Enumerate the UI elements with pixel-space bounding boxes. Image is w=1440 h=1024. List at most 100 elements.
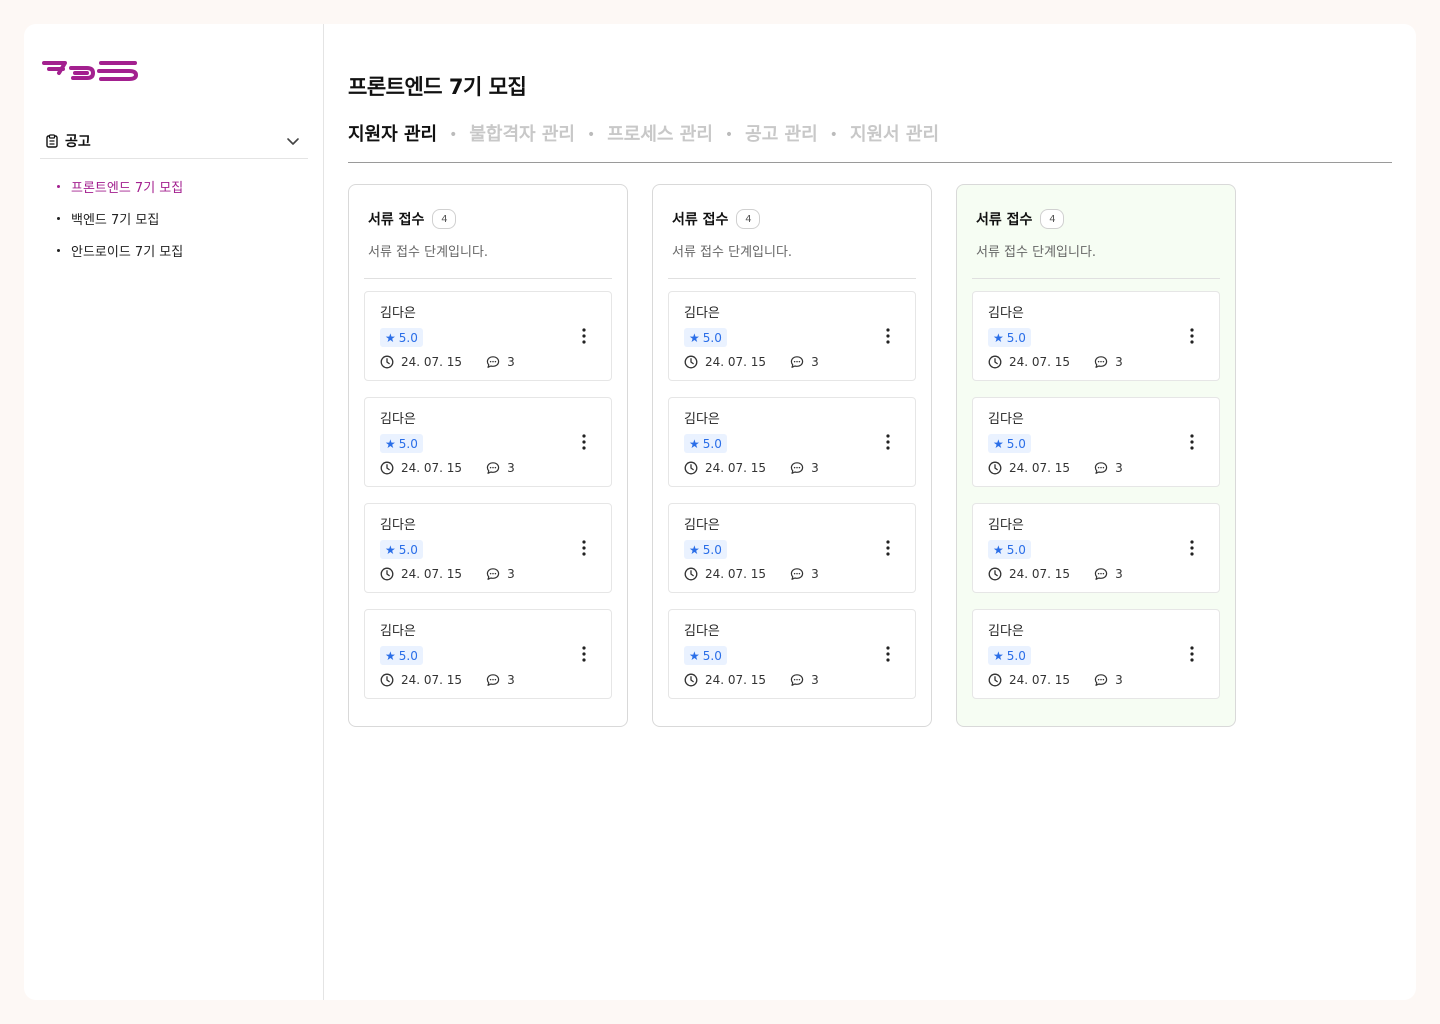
comment-count: 3 xyxy=(811,355,819,369)
comment-count: 3 xyxy=(811,567,819,581)
sidebar: 공고 프론트엔드 7기 모집 백엔드 7기 모집 안드로이드 7기 모집 xyxy=(24,24,324,1000)
more-vertical-icon[interactable] xyxy=(881,539,895,557)
rating-value: 5.0 xyxy=(1006,436,1026,451)
column-description: 서류 접수 단계입니다. xyxy=(976,245,1097,260)
comment-count: 3 xyxy=(507,461,515,475)
applicant-card[interactable]: 김다은 ★ 5.0 24. 07. 15 3 xyxy=(364,503,612,593)
applicant-name: 김다은 xyxy=(380,518,416,533)
bullet xyxy=(57,184,60,188)
comment-icon xyxy=(1094,568,1108,580)
more-vertical-icon[interactable] xyxy=(577,433,591,451)
more-vertical-icon[interactable] xyxy=(1185,645,1199,663)
tab-process[interactable]: 프로세스 관리 xyxy=(607,122,713,148)
star-icon: ★ xyxy=(689,648,700,663)
comment-icon xyxy=(486,462,500,474)
more-vertical-icon[interactable] xyxy=(881,327,895,345)
tab-rejected[interactable]: 불합격자 관리 xyxy=(469,122,575,148)
star-icon: ★ xyxy=(689,542,700,557)
more-vertical-icon[interactable] xyxy=(1185,539,1199,557)
clock-icon xyxy=(988,567,1002,581)
applicant-card[interactable]: 김다은 ★ 5.0 24. 07. 15 3 xyxy=(364,609,612,699)
comment-count: 3 xyxy=(1115,355,1123,369)
tab-separator: • xyxy=(829,127,838,143)
more-vertical-icon[interactable] xyxy=(577,539,591,557)
applicant-name: 김다은 xyxy=(684,518,720,533)
applicant-card[interactable]: 김다은 ★ 5.0 24. 07. 15 3 xyxy=(972,503,1220,593)
rating-value: 5.0 xyxy=(398,436,418,451)
more-vertical-icon[interactable] xyxy=(881,645,895,663)
clock-icon xyxy=(684,355,698,369)
clock-icon xyxy=(380,567,394,581)
applicant-name: 김다은 xyxy=(380,412,416,427)
rating-badge: ★ 5.0 xyxy=(380,328,423,347)
rating-value: 5.0 xyxy=(398,330,418,345)
applicant-name: 김다은 xyxy=(684,412,720,427)
chevron-down-icon[interactable] xyxy=(286,134,300,148)
applicant-card[interactable]: 김다은 ★ 5.0 24. 07. 15 3 xyxy=(668,291,916,381)
tab-separator: • xyxy=(724,127,734,143)
comment-count: 3 xyxy=(507,567,515,581)
applicant-card[interactable]: 김다은 ★ 5.0 24. 07. 15 3 xyxy=(972,291,1220,381)
applicant-name: 김다은 xyxy=(988,518,1024,533)
card-meta: 24. 07. 15 3 xyxy=(988,461,1123,475)
more-vertical-icon[interactable] xyxy=(577,645,591,663)
main-content: 프론트엔드 7기 모집 지원자 관리 • 불합격자 관리 • 프로세스 관리 •… xyxy=(324,24,1416,1000)
clock-icon xyxy=(988,461,1002,475)
sidebar-item-android[interactable]: 안드로이드 7기 모집 xyxy=(54,234,183,266)
applicant-card[interactable]: 김다은 ★ 5.0 24. 07. 15 3 xyxy=(364,291,612,381)
more-vertical-icon[interactable] xyxy=(1185,327,1199,345)
sidebar-item-backend[interactable]: 백엔드 7기 모집 xyxy=(54,202,183,234)
sidebar-item-frontend[interactable]: 프론트엔드 7기 모집 xyxy=(54,170,183,202)
tab-application-form[interactable]: 지원서 관리 xyxy=(850,122,939,148)
applicant-card[interactable]: 김다은 ★ 5.0 24. 07. 15 3 xyxy=(972,609,1220,699)
more-vertical-icon[interactable] xyxy=(577,327,591,345)
nav-section-header[interactable]: 공고 xyxy=(40,124,308,159)
page-title: 프론트엔드 7기 모집 xyxy=(348,75,527,99)
comment-icon xyxy=(486,568,500,580)
clock-icon xyxy=(988,355,1002,369)
comment-count: 3 xyxy=(1115,567,1123,581)
applicant-card[interactable]: 김다은 ★ 5.0 24. 07. 15 3 xyxy=(668,503,916,593)
clock-icon xyxy=(380,673,394,687)
sidebar-item-label: 프론트엔드 7기 모집 xyxy=(71,180,184,196)
comment-count: 3 xyxy=(507,355,515,369)
rating-value: 5.0 xyxy=(398,542,418,557)
tab-applicants[interactable]: 지원자 관리 xyxy=(348,122,437,148)
comment-icon xyxy=(1094,674,1108,686)
kanban-column: 서류 접수 4 서류 접수 단계입니다. 김다은 ★ 5.0 24. 07. 15 … xyxy=(652,184,932,727)
comment-icon xyxy=(790,356,804,368)
rating-badge: ★ 5.0 xyxy=(684,328,727,347)
rating-value: 5.0 xyxy=(702,330,722,345)
app-frame: 공고 프론트엔드 7기 모집 백엔드 7기 모집 안드로이드 7기 모집 프론트… xyxy=(24,24,1416,1000)
star-icon: ★ xyxy=(385,436,396,451)
card-meta: 24. 07. 15 3 xyxy=(988,567,1123,581)
sidebar-item-label: 백엔드 7기 모집 xyxy=(71,212,160,228)
applied-date: 24. 07. 15 xyxy=(401,673,463,687)
rating-badge: ★ 5.0 xyxy=(988,434,1031,453)
star-icon: ★ xyxy=(385,542,396,557)
applicant-card[interactable]: 김다은 ★ 5.0 24. 07. 15 3 xyxy=(972,397,1220,487)
star-icon: ★ xyxy=(993,330,1004,345)
column-title: 서류 접수 xyxy=(672,212,729,228)
nav-section-label: 공고 xyxy=(65,134,91,150)
rating-badge: ★ 5.0 xyxy=(684,540,727,559)
column-count-badge: 4 xyxy=(1040,209,1065,229)
applicant-card[interactable]: 김다은 ★ 5.0 24. 07. 15 3 xyxy=(668,609,916,699)
applicant-name: 김다은 xyxy=(684,306,720,321)
applied-date: 24. 07. 15 xyxy=(1009,461,1071,475)
more-vertical-icon[interactable] xyxy=(881,433,895,451)
tab-posting[interactable]: 공고 관리 xyxy=(745,122,818,148)
card-meta: 24. 07. 15 3 xyxy=(380,673,515,687)
column-title-row: 서류 접수 4 xyxy=(976,209,1220,229)
more-vertical-icon[interactable] xyxy=(1185,433,1199,451)
rating-badge: ★ 5.0 xyxy=(380,646,423,665)
rating-badge: ★ 5.0 xyxy=(684,646,727,665)
rating-badge: ★ 5.0 xyxy=(684,434,727,453)
column-divider xyxy=(668,278,916,279)
crew-logo[interactable] xyxy=(41,58,141,84)
rating-badge: ★ 5.0 xyxy=(988,540,1031,559)
applicant-card[interactable]: 김다은 ★ 5.0 24. 07. 15 3 xyxy=(364,397,612,487)
applicant-name: 김다은 xyxy=(988,624,1024,639)
applicant-card[interactable]: 김다은 ★ 5.0 24. 07. 15 3 xyxy=(668,397,916,487)
kanban-column: 서류 접수 4 서류 접수 단계입니다. 김다은 ★ 5.0 24. 07. 15 … xyxy=(956,184,1236,727)
